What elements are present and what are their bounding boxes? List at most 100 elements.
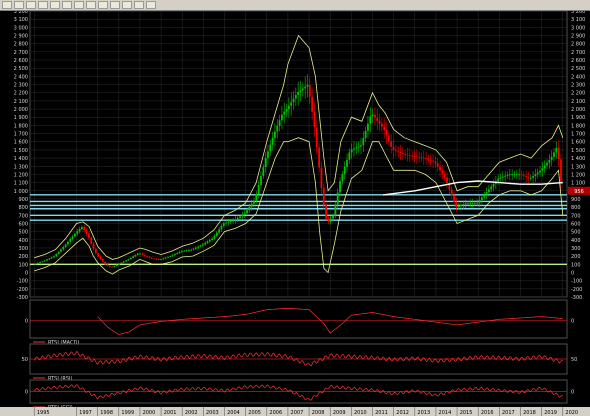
- help-icon[interactable]: [98, 1, 108, 9]
- y-tick-label-left: 600: [18, 221, 28, 227]
- candle: [515, 174, 518, 176]
- y-tick-label-right: -300: [571, 295, 582, 301]
- candle: [355, 147, 358, 149]
- candle: [343, 166, 346, 175]
- candle: [371, 114, 374, 117]
- candle: [213, 235, 216, 239]
- candle: [155, 258, 158, 260]
- toolbar: [0, 0, 590, 11]
- y-tick-label-left: 1 500: [14, 148, 28, 154]
- candle: [483, 194, 486, 198]
- candle: [532, 176, 534, 178]
- x-tick-label: 2013: [417, 410, 430, 416]
- candle: [211, 238, 214, 240]
- candle: [518, 174, 521, 176]
- candle: [534, 174, 537, 177]
- candle: [555, 147, 558, 153]
- y-tick-label-left: 0: [25, 270, 28, 276]
- text-icon[interactable]: [62, 1, 72, 9]
- candle: [378, 120, 381, 124]
- candle: [248, 206, 251, 211]
- y-tick-label-left: 2 800: [14, 42, 28, 48]
- candle: [487, 189, 490, 192]
- drag-icon[interactable]: [2, 1, 12, 9]
- candle: [34, 263, 37, 265]
- print-icon[interactable]: [74, 1, 84, 9]
- rectangle-icon[interactable]: [50, 1, 60, 9]
- candle: [129, 257, 132, 260]
- candle: [269, 144, 272, 152]
- candle: [222, 223, 225, 227]
- candle: [441, 170, 444, 174]
- candle: [190, 249, 193, 251]
- candle: [557, 147, 560, 160]
- x-axis: 1995 1997 1998 1999 2000 2001 2002 2003 2004 2005…: [0, 407, 590, 416]
- candle: [46, 259, 48, 261]
- candle: [85, 230, 88, 234]
- x-tick-label: 2008: [312, 410, 325, 416]
- x-tick-label: 2012: [396, 410, 409, 416]
- candle: [201, 244, 204, 246]
- candle: [220, 226, 223, 230]
- candle: [208, 239, 211, 242]
- candle: [136, 253, 139, 255]
- x-tick-label: 2017: [502, 410, 515, 416]
- tool-icon[interactable]: [122, 1, 132, 9]
- y-tick-label-left: 2 700: [14, 50, 28, 56]
- candle: [183, 250, 186, 252]
- y-tick-label-left: -200: [17, 287, 28, 293]
- y-tick-label-right: 2 500: [571, 66, 585, 72]
- candle: [64, 244, 67, 248]
- y-tick-label-left: 1 300: [14, 164, 28, 170]
- y-tick-label-right: 1 800: [571, 123, 585, 129]
- x-tick-label: 2014: [439, 410, 452, 416]
- indicator-legend-label: RTSI (RSI): [48, 376, 72, 382]
- tool-icon[interactable]: [110, 1, 120, 9]
- candle: [325, 205, 327, 219]
- candle: [478, 200, 481, 203]
- candle: [469, 203, 472, 204]
- y-tick-label-left: -100: [17, 279, 28, 285]
- candle: [390, 141, 393, 147]
- candle: [260, 176, 262, 186]
- zoom-icon[interactable]: [26, 1, 36, 9]
- y-tick-label-right: 3 200: [571, 11, 585, 15]
- candle: [192, 248, 195, 250]
- y-tick-label-left: 300: [18, 246, 28, 252]
- y-tick-label-right: 1 200: [571, 172, 585, 178]
- candle: [399, 152, 402, 154]
- y-tick-label-right: 2 300: [571, 83, 585, 89]
- indicator-tick-left: 50: [22, 357, 28, 363]
- x-tick-label: 2004: [227, 410, 240, 416]
- candle: [232, 220, 234, 222]
- candle: [187, 250, 190, 251]
- y-tick-label-right: 600: [571, 221, 581, 227]
- candle: [397, 151, 400, 153]
- candle: [322, 187, 325, 206]
- candle: [406, 154, 409, 156]
- y-tick-label-right: 2 700: [571, 50, 585, 56]
- candle: [455, 201, 458, 207]
- candle: [427, 158, 430, 160]
- candle: [501, 176, 504, 178]
- line-icon[interactable]: [38, 1, 48, 9]
- y-tick-label-left: 200: [18, 254, 28, 260]
- copy-icon[interactable]: [86, 1, 96, 9]
- candle: [108, 265, 111, 267]
- chart-area[interactable]: 3 200 3 200 3 100 3 100 3 000 3 000 2 900 2 900…: [0, 11, 590, 416]
- indicator-tick-left: 0: [25, 319, 28, 325]
- candle: [420, 157, 423, 159]
- y-tick-label-left: 2 400: [14, 74, 28, 80]
- crosshair-icon[interactable]: [14, 1, 24, 9]
- y-tick-label-right: -200: [571, 287, 582, 293]
- x-tick-label: 2005: [248, 410, 261, 416]
- candle: [362, 137, 365, 146]
- tool-icon[interactable]: [134, 1, 144, 9]
- candle: [285, 109, 288, 112]
- x-tick-label: 2001: [164, 410, 177, 416]
- tool-icon[interactable]: [146, 1, 156, 9]
- candle: [553, 152, 555, 157]
- indicator-frame: [29, 299, 568, 339]
- y-tick-label-left: 500: [18, 230, 28, 236]
- candle: [148, 256, 151, 258]
